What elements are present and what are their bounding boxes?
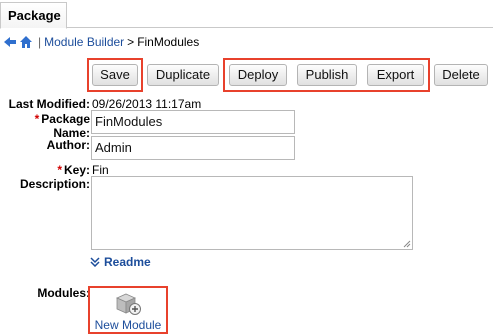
last-modified-label: Last Modified: xyxy=(8,97,90,111)
breadcrumb-arrow: > xyxy=(127,35,135,49)
breadcrumb-module-builder-link[interactable]: Module Builder xyxy=(44,34,124,50)
resize-grip-icon[interactable] xyxy=(402,239,411,248)
arrow-left-icon[interactable] xyxy=(3,35,17,49)
required-mark: * xyxy=(34,112,40,126)
duplicate-button[interactable]: Duplicate xyxy=(147,64,219,86)
package-name-field[interactable]: FinModules xyxy=(91,110,295,134)
breadcrumb-current: FinModules xyxy=(137,35,200,49)
new-module-label: New Module xyxy=(94,318,162,332)
description-field[interactable] xyxy=(91,176,413,250)
author-field[interactable]: Admin xyxy=(91,136,295,160)
readme-toggle[interactable]: Readme xyxy=(90,255,151,269)
key-label-text: Key: xyxy=(63,163,90,177)
tab-bar: Package xyxy=(0,0,493,29)
chevron-down-icon xyxy=(90,257,100,267)
readme-link[interactable]: Readme xyxy=(104,255,151,269)
required-mark: * xyxy=(57,163,62,177)
description-label: Description: xyxy=(19,177,90,191)
save-highlight xyxy=(87,58,143,92)
tab-package[interactable]: Package xyxy=(0,2,67,29)
home-icon[interactable] xyxy=(19,35,33,49)
author-label: Author: xyxy=(46,138,90,152)
new-module-button[interactable]: New Module xyxy=(88,286,168,334)
deploy-publish-export-highlight xyxy=(223,58,430,92)
key-value: Fin xyxy=(92,163,109,177)
breadcrumb: | Module Builder > FinModules xyxy=(3,34,199,50)
delete-button[interactable]: Delete xyxy=(434,64,488,86)
breadcrumb-separator: | xyxy=(38,35,42,49)
package-name-label: * Package Name: xyxy=(0,112,90,140)
last-modified-value: 09/26/2013 11:17am xyxy=(92,97,202,111)
modules-label: Modules: xyxy=(37,286,90,300)
key-label: * Key: xyxy=(0,163,90,177)
package-name-label-text: Package Name: xyxy=(41,112,90,140)
module-add-icon xyxy=(116,293,141,315)
